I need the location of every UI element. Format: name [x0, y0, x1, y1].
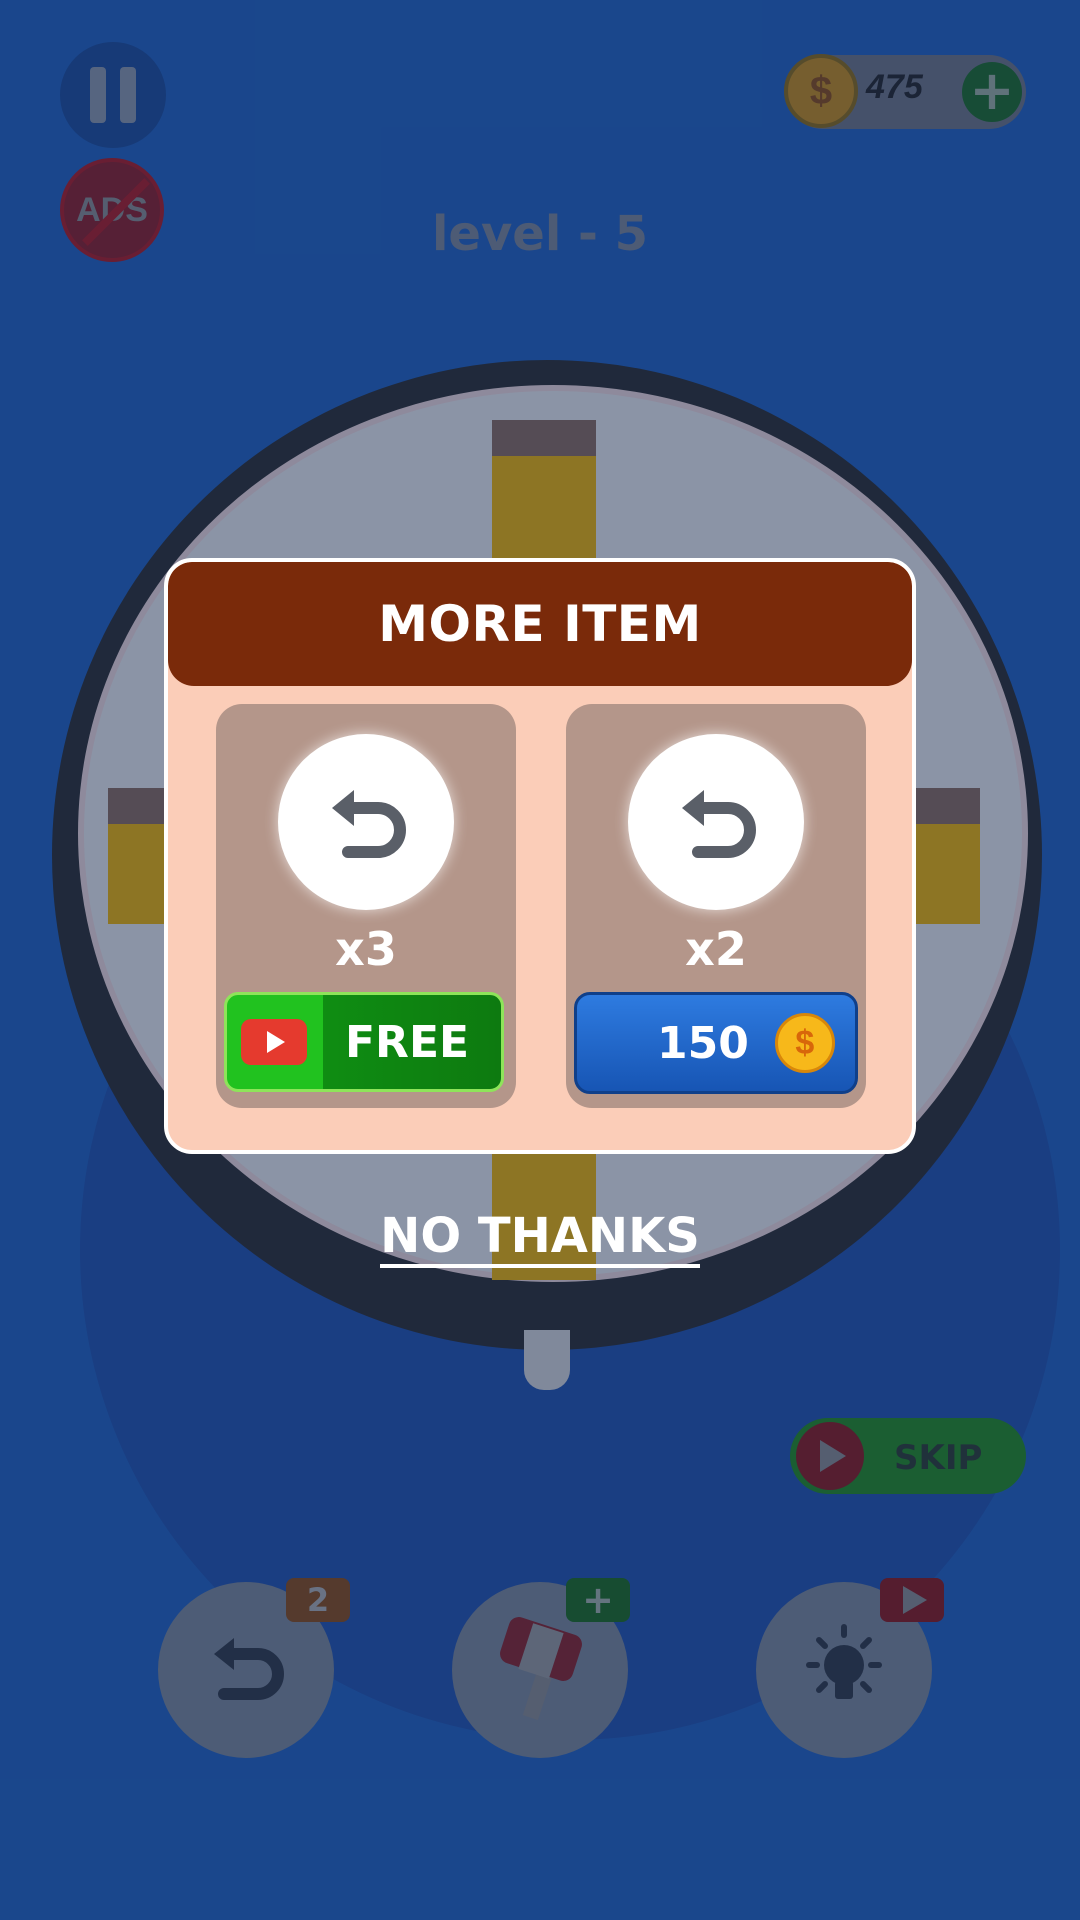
watch-video-free-button[interactable]: FREE — [224, 992, 504, 1092]
offer-card-coins: x2 150 $ — [566, 704, 866, 1108]
offer-card-free: x3 FREE — [216, 704, 516, 1108]
no-thanks-button[interactable]: NO THANKS — [0, 1208, 1080, 1268]
more-item-dialog: MORE ITEM x3 FREE x2 150 $ — [164, 558, 916, 1154]
free-button-label: FREE — [345, 1016, 470, 1068]
offer-quantity: x2 — [685, 922, 747, 976]
video-play-icon — [241, 1019, 307, 1065]
undo-icon — [332, 790, 406, 858]
offer-quantity: x3 — [335, 922, 397, 976]
no-thanks-label: NO THANKS — [380, 1208, 700, 1268]
undo-icon — [682, 790, 756, 858]
price-label: 150 — [657, 1017, 749, 1069]
coin-icon: $ — [774, 1013, 835, 1073]
undo-icon-circle — [278, 734, 454, 910]
buy-with-coins-button[interactable]: 150 $ — [574, 992, 858, 1094]
dialog-header: MORE ITEM — [168, 562, 912, 686]
dialog-title: MORE ITEM — [378, 595, 702, 653]
undo-icon-circle — [628, 734, 804, 910]
